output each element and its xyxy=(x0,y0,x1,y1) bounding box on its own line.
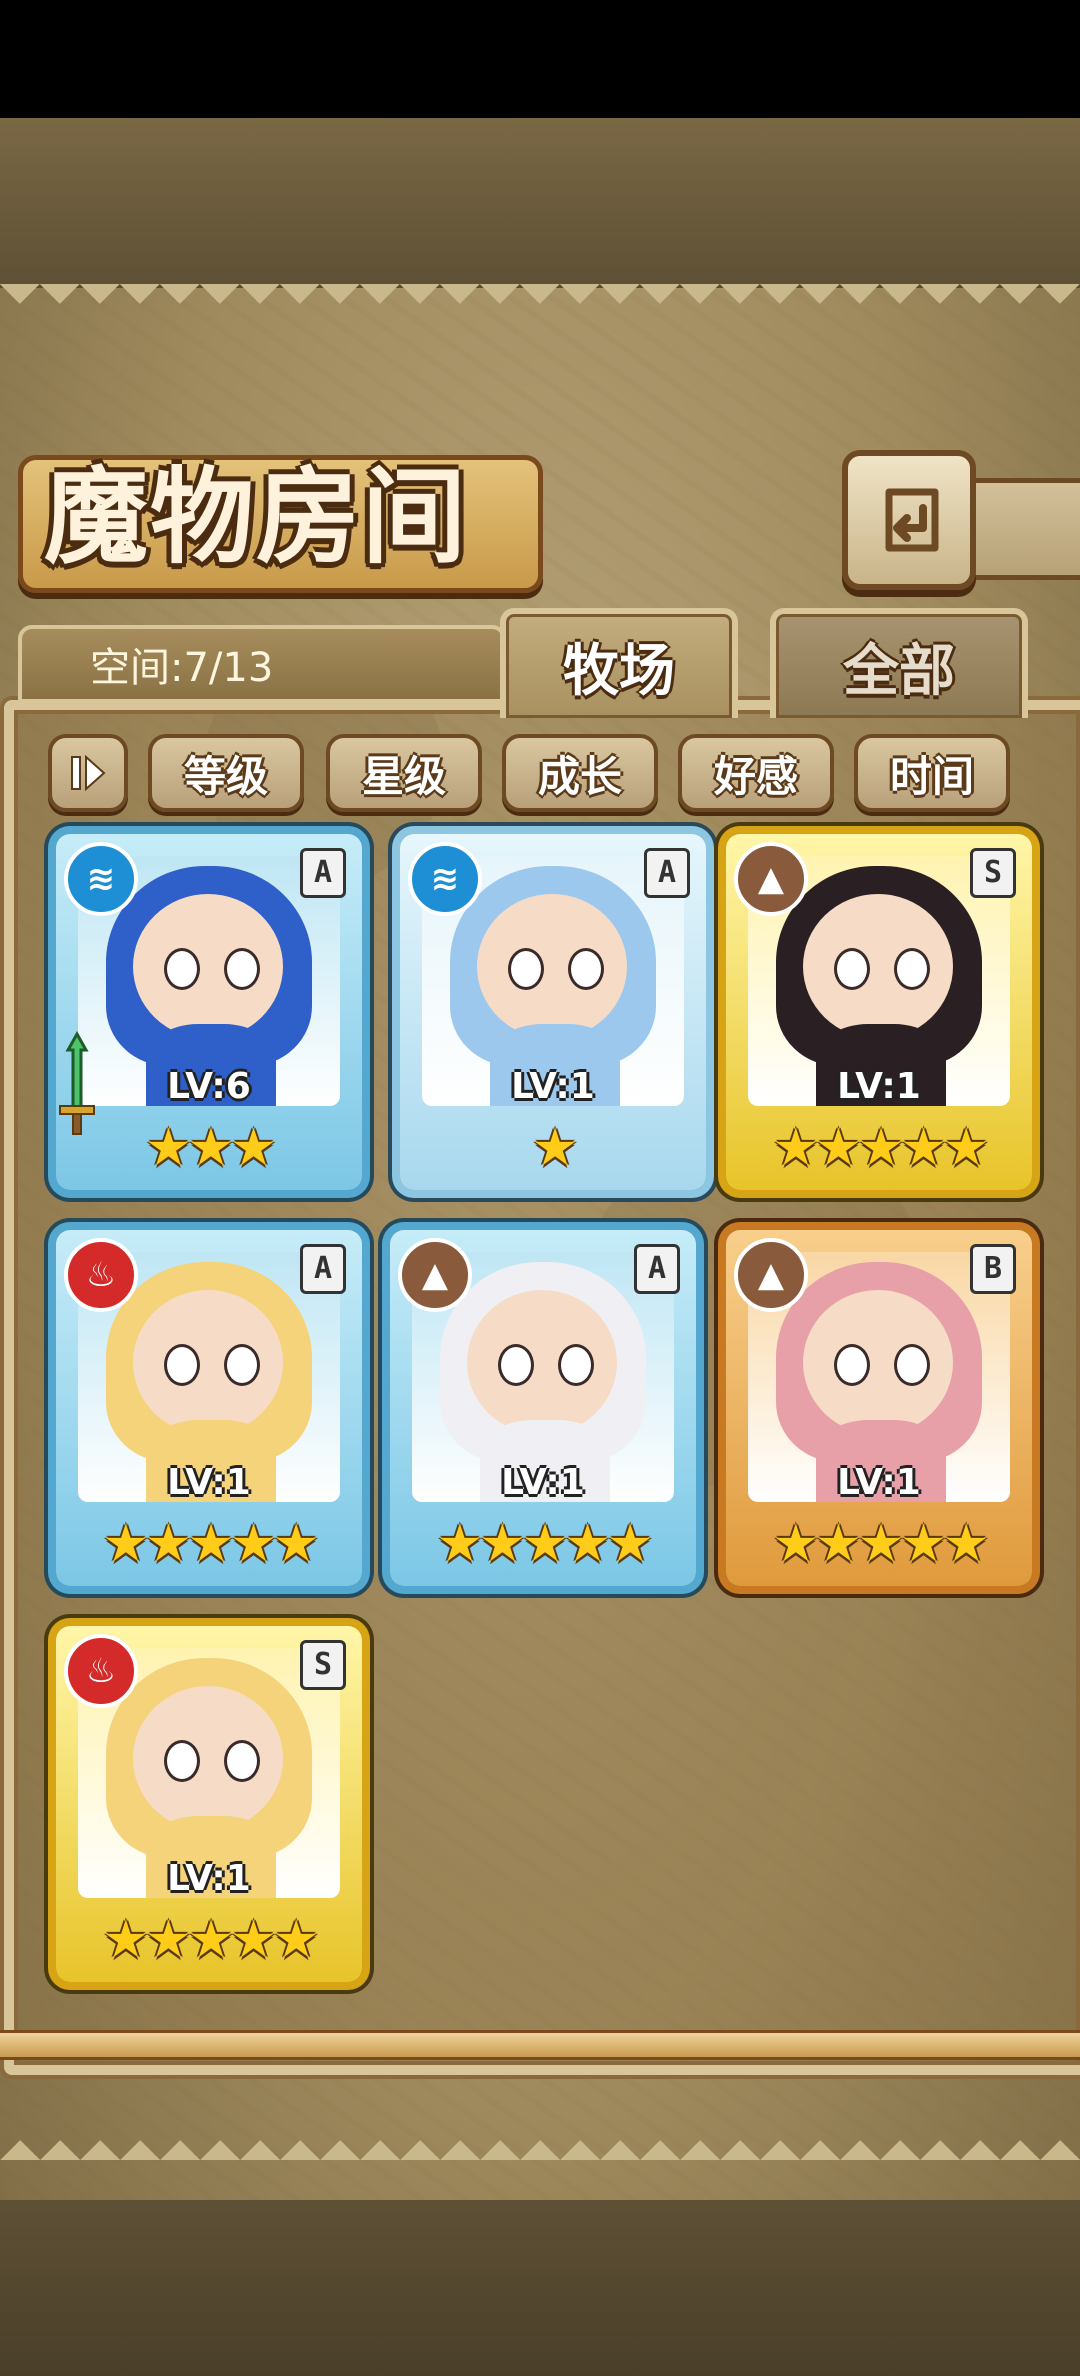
character-face xyxy=(803,894,953,1039)
space-capacity: 空间:7/13 xyxy=(90,645,274,691)
rank-badge: B xyxy=(970,1244,1016,1294)
character-face xyxy=(467,1290,617,1435)
star-rating: ★★★★★ xyxy=(772,1118,989,1178)
character-eye xyxy=(498,1344,534,1386)
character-face xyxy=(803,1290,953,1435)
star-rating: ★★★★★ xyxy=(102,1514,319,1574)
rank-badge: A xyxy=(300,848,346,898)
monster-card[interactable]: ≋ A LV:1 ★ xyxy=(400,834,706,1190)
character-eye xyxy=(834,1344,870,1386)
monster-level: LV:1 xyxy=(837,1462,921,1503)
character-eye xyxy=(834,948,870,990)
sort-by-level-button[interactable]: 等级 xyxy=(148,734,304,812)
zigzag-border-top xyxy=(0,284,1080,324)
character-eye xyxy=(164,948,200,990)
sort-by-growth-button[interactable]: 成长 xyxy=(502,734,658,812)
character-eye xyxy=(164,1344,200,1386)
character-face xyxy=(133,894,283,1039)
character-eye xyxy=(164,1740,200,1782)
character-face xyxy=(133,1290,283,1435)
character-eye xyxy=(894,1344,930,1386)
character-face xyxy=(133,1686,283,1831)
character-eye xyxy=(224,1740,260,1782)
monster-card[interactable]: ♨ A LV:1 ★★★★★ xyxy=(56,1230,362,1586)
return-arrow-icon xyxy=(885,488,939,552)
character-eye xyxy=(508,948,544,990)
sort-order-toggle[interactable] xyxy=(48,734,128,812)
sort-by-star-button[interactable]: 星级 xyxy=(326,734,482,812)
star-rating: ★★★ xyxy=(145,1118,277,1178)
sort-bar: 等级 星级 成长 好感 时间 xyxy=(48,734,1013,812)
fire-icon: ♨ xyxy=(64,1238,138,1312)
rank-badge: S xyxy=(300,1640,346,1690)
zigzag-border-bottom xyxy=(0,2120,1080,2160)
monster-card[interactable]: ♨ S LV:1 ★★★★★ xyxy=(56,1626,362,1982)
character-eye xyxy=(568,948,604,990)
sort-by-affection-button[interactable]: 好感 xyxy=(678,734,834,812)
character-eye xyxy=(558,1344,594,1386)
monster-level: LV:6 xyxy=(167,1066,251,1107)
water-icon: ≋ xyxy=(408,842,482,916)
fire-icon: ♨ xyxy=(64,1634,138,1708)
tab-all[interactable]: 全部 xyxy=(770,608,1028,718)
star-rating: ★★★★★ xyxy=(436,1514,653,1574)
status-bar xyxy=(0,0,1080,118)
rank-badge: A xyxy=(644,848,690,898)
earth-icon: ▲ xyxy=(734,842,808,916)
rank-badge: A xyxy=(300,1244,346,1294)
page-title: 魔物房间 xyxy=(44,455,469,578)
character-eye xyxy=(224,1344,260,1386)
sort-toggle-icon xyxy=(71,754,106,792)
monster-level: LV:1 xyxy=(501,1462,585,1503)
star-rating: ★ xyxy=(531,1118,579,1178)
star-rating: ★★★★★ xyxy=(102,1910,319,1970)
back-button[interactable] xyxy=(842,450,976,590)
map-footer-band xyxy=(0,2200,1080,2376)
back-button-rail xyxy=(964,478,1080,580)
monster-card[interactable]: ▲ A LV:1 ★★★★★ xyxy=(390,1230,696,1586)
monster-card[interactable]: ▲ S LV:1 ★★★★★ xyxy=(726,834,1032,1190)
water-icon: ≋ xyxy=(64,842,138,916)
earth-icon: ▲ xyxy=(398,1238,472,1312)
monster-card[interactable]: ▲ B LV:1 ★★★★★ xyxy=(726,1230,1032,1586)
character-face xyxy=(477,894,627,1039)
monster-level: LV:1 xyxy=(167,1858,251,1899)
rank-badge: A xyxy=(634,1244,680,1294)
star-rating: ★★★★★ xyxy=(772,1514,989,1574)
panel-bottom-bar xyxy=(0,2030,1080,2060)
monster-card[interactable]: ≋ A LV:6 ★★★ xyxy=(56,834,362,1190)
monster-level: LV:1 xyxy=(167,1462,251,1503)
character-eye xyxy=(224,948,260,990)
map-header-band xyxy=(0,118,1080,288)
monster-level: LV:1 xyxy=(511,1066,595,1107)
monster-level: LV:1 xyxy=(837,1066,921,1107)
rank-badge: S xyxy=(970,848,1016,898)
earth-icon: ▲ xyxy=(734,1238,808,1312)
tab-pasture[interactable]: 牧场 xyxy=(500,608,738,718)
sort-by-time-button[interactable]: 时间 xyxy=(854,734,1010,812)
character-eye xyxy=(894,948,930,990)
